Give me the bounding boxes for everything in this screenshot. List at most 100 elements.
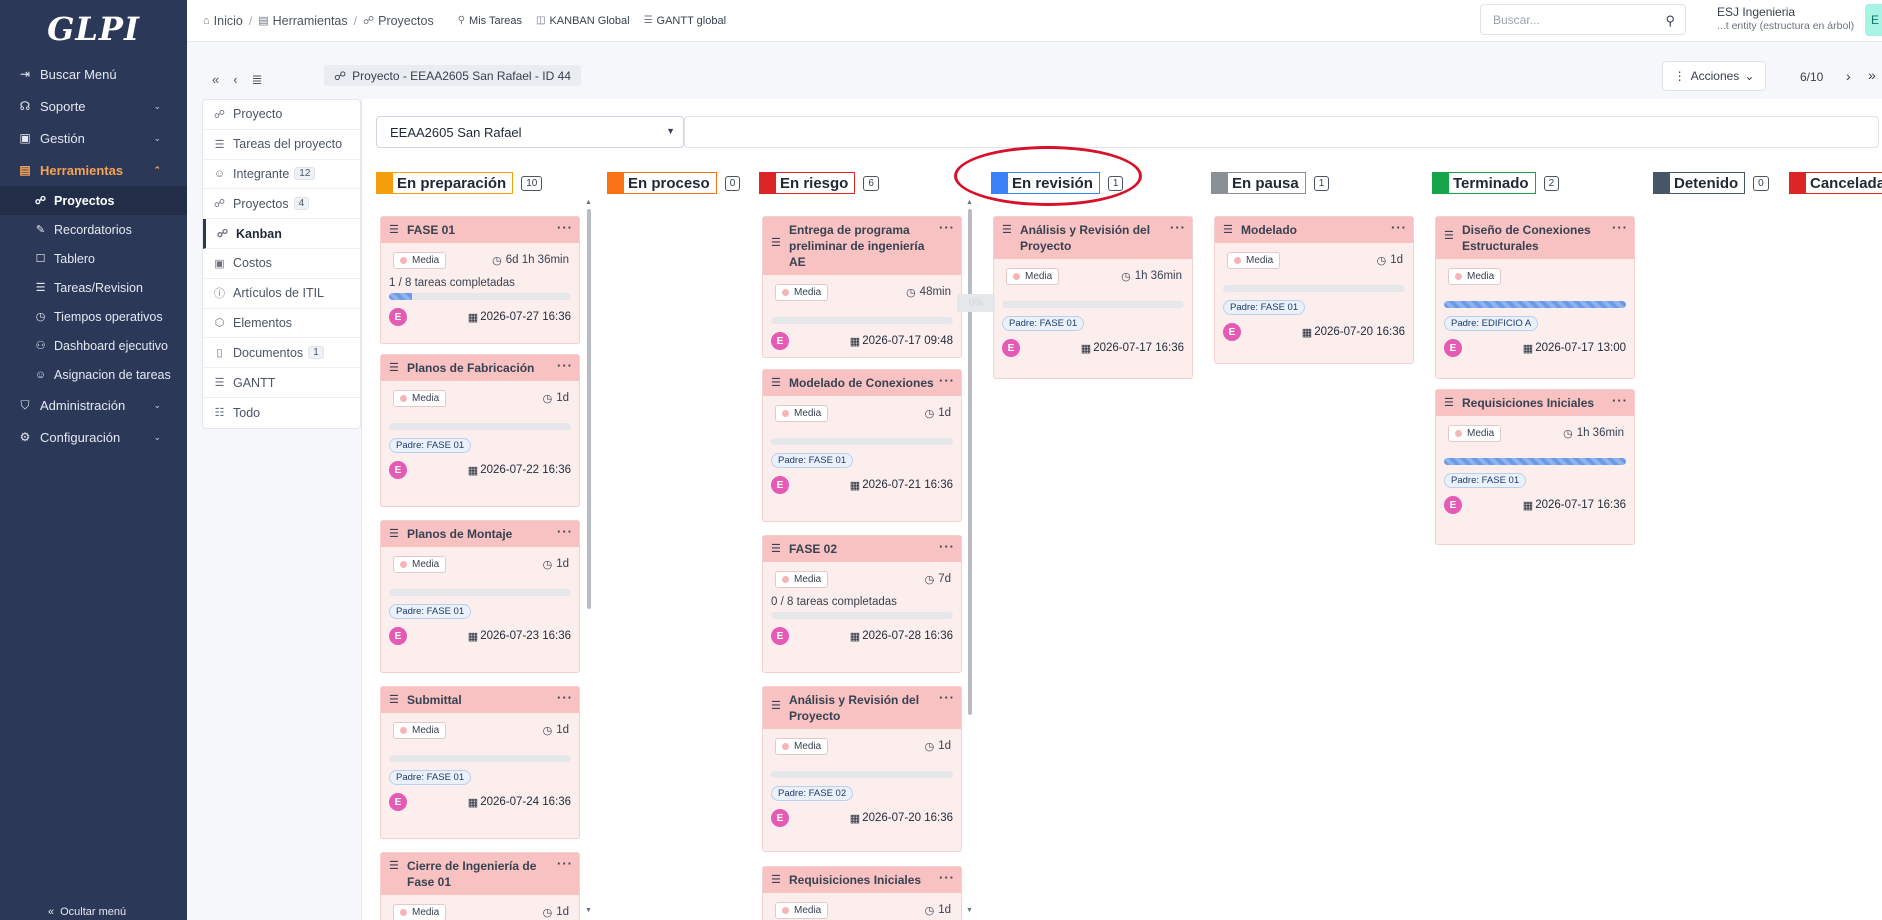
tab-documentos[interactable]: ▯ Documentos 1 (203, 338, 360, 369)
project-select[interactable]: EEAA2605 San Rafael ▼ (376, 116, 684, 148)
task-card[interactable]: ☰ Análisis y Revisión del Proyecto ··· Med… (762, 686, 962, 852)
column-header[interactable]: En pausa 1 (1211, 172, 1421, 194)
back-icon[interactable]: ‹ (233, 72, 237, 88)
last-item-icon[interactable]: » (1868, 67, 1876, 83)
nav-tiempos-operativos[interactable]: ◷ Tiempos operativos (0, 302, 187, 331)
column-scrollbar[interactable] (968, 209, 972, 715)
task-card[interactable]: ☰ Requisiciones Iniciales ··· Media ◷ 1d (762, 866, 962, 920)
parent-badge[interactable]: Padre: FASE 01 (389, 604, 472, 619)
avatar[interactable]: E (389, 793, 407, 811)
quick-link-mis-tareas[interactable]: ⚲ Mis Tareas (458, 15, 522, 27)
card-menu-icon[interactable]: ··· (939, 374, 955, 391)
avatar[interactable]: E (771, 627, 789, 645)
tab-elementos[interactable]: ⬡ Elementos (203, 309, 360, 339)
column-header[interactable]: Terminado 2 (1432, 172, 1642, 194)
card-menu-icon[interactable]: ··· (939, 691, 955, 724)
nav-gestion[interactable]: ▣ Gestión ⌄ (0, 122, 187, 154)
parent-badge[interactable]: Padre: FASE 01 (389, 438, 472, 453)
task-card[interactable]: ☰ Cierre de Ingeniería de Fase 01 ··· Medi… (380, 852, 580, 920)
task-card[interactable]: ☰ Entrega de programa preliminar de ingen… (762, 216, 962, 358)
column-header[interactable]: En preparación 10 (376, 172, 586, 194)
scroll-down-icon[interactable]: ▼ (585, 907, 592, 914)
breadcrumb-inicio[interactable]: ⌂ Inicio (203, 14, 243, 28)
scroll-down-icon[interactable]: ▼ (966, 907, 973, 914)
task-card[interactable]: ☰ Análisis y Revisión del Proyecto ··· Med… (993, 216, 1193, 379)
avatar[interactable]: E (771, 809, 789, 827)
task-card[interactable]: ☰ FASE 01 ··· Media ◷ 6d 1h 36min 1 / 8 tare… (380, 216, 580, 344)
card-menu-icon[interactable]: ··· (1612, 221, 1628, 254)
parent-badge[interactable]: Padre: FASE 01 (1444, 473, 1527, 488)
task-card[interactable]: ☰ Planos de Fabricación ··· Media ◷ 1d Padre… (380, 354, 580, 507)
tab-gantt[interactable]: ☰ GANTT (203, 368, 360, 398)
card-menu-icon[interactable]: ··· (1612, 394, 1628, 411)
card-menu-icon[interactable]: ··· (557, 857, 573, 890)
avatar[interactable]: E (771, 476, 789, 494)
parent-badge[interactable]: Padre: FASE 01 (1223, 300, 1306, 315)
nav-configuracion[interactable]: ⚙ Configuración ⌄ (0, 421, 187, 453)
quick-link-gantt-global[interactable]: ☰ GANTT global (644, 15, 726, 27)
tab-articulos-itil[interactable]: ⓘ Artículos de ITIL (203, 279, 360, 309)
kanban-filter-input[interactable] (684, 116, 1879, 148)
task-card[interactable]: ☰ Modelado ··· Media ◷ 1d Padre: FASE 01 E ▦ 2… (1214, 216, 1414, 364)
list-search-icon[interactable]: ≣ (252, 72, 263, 88)
tab-integrante[interactable]: ☺ Integrante 12 (203, 160, 360, 190)
avatar[interactable]: E (1444, 339, 1462, 357)
task-card[interactable]: ☰ FASE 02 ··· Media ◷ 7d 0 / 8 tareas comple… (762, 535, 962, 673)
parent-badge[interactable]: Padre: FASE 01 (771, 453, 854, 468)
avatar[interactable]: E (1444, 496, 1462, 514)
avatar[interactable]: E (389, 627, 407, 645)
card-menu-icon[interactable]: ··· (939, 221, 955, 270)
quick-link-kanban-global[interactable]: ◫ KANBAN Global (536, 15, 630, 27)
tab-proyectos[interactable]: ☍ Proyectos 4 (203, 189, 360, 220)
scroll-up-icon[interactable]: ▲ (966, 199, 973, 206)
task-card[interactable]: ☰ Submittal ··· Media ◷ 1d Padre: FASE 01 E ▦… (380, 686, 580, 839)
card-menu-icon[interactable]: ··· (557, 221, 573, 238)
column-header[interactable]: En riesgo 6 (759, 172, 969, 194)
nav-tablero[interactable]: ☐ Tablero (0, 244, 187, 273)
card-menu-icon[interactable]: ··· (557, 691, 573, 708)
actions-button[interactable]: ⋮ Acciones ⌄ (1662, 61, 1766, 91)
global-search-input[interactable]: Buscar... ⚲ (1480, 4, 1686, 35)
task-card[interactable]: ☰ Planos de Montaje ··· Media ◷ 1d Padre: FA… (380, 520, 580, 673)
card-menu-icon[interactable]: ··· (939, 540, 955, 557)
nav-herramientas[interactable]: ▤ Herramientas ⌃ (0, 154, 187, 186)
scroll-up-icon[interactable]: ▲ (585, 199, 592, 206)
nav-recordatorios[interactable]: ✎ Recordatorios (0, 215, 187, 244)
glpi-logo[interactable]: GLPI (0, 0, 187, 58)
column-header[interactable]: Cancelada (1789, 172, 1882, 194)
entity-selector[interactable]: ESJ Ingenieria ...t entity (estructura e… (1717, 5, 1854, 33)
card-menu-icon[interactable]: ··· (557, 359, 573, 376)
search-icon[interactable]: ⚲ (1665, 13, 1675, 29)
nav-administracion[interactable]: ⛉ Administración ⌄ (0, 389, 187, 421)
next-item-icon[interactable]: › (1846, 68, 1851, 84)
tab-kanban[interactable]: ☍ Kanban (203, 219, 360, 249)
tab-costos[interactable]: ▣ Costos (203, 249, 360, 279)
tab-tareas-del-proyecto[interactable]: ☰ Tareas del proyecto (203, 130, 360, 160)
task-card[interactable]: ☰ Requisiciones Iniciales ··· Media ◷ 1h 36m… (1435, 389, 1635, 545)
column-scrollbar[interactable] (587, 209, 591, 609)
breadcrumb-proyectos[interactable]: ☍ Proyectos (363, 14, 434, 28)
nav-buscar-menu[interactable]: ⇥ Buscar Menú (0, 58, 187, 90)
card-menu-icon[interactable]: ··· (557, 525, 573, 542)
parent-badge[interactable]: Padre: EDIFICIO A (1444, 316, 1539, 331)
card-menu-icon[interactable]: ··· (1391, 221, 1407, 238)
task-card[interactable]: ☰ Diseño de Conexiones Estructurales ··· M… (1435, 216, 1635, 379)
avatar[interactable]: E (771, 332, 789, 350)
hide-menu-button[interactable]: « Ocultar menú (48, 906, 126, 918)
user-avatar[interactable]: E (1865, 4, 1882, 36)
card-menu-icon[interactable]: ··· (1170, 221, 1186, 254)
tab-todo[interactable]: ☷ Todo (203, 398, 360, 428)
avatar[interactable]: E (389, 461, 407, 479)
breadcrumb-herramientas[interactable]: ▤ Herramientas (258, 14, 347, 28)
collapse-tabs-icon[interactable]: « (212, 72, 219, 88)
task-card[interactable]: ☰ Modelado de Conexiones ··· Media ◷ 1d Padr… (762, 369, 962, 522)
card-menu-icon[interactable]: ··· (939, 871, 955, 888)
avatar[interactable]: E (389, 308, 407, 326)
nav-asignacion-tareas[interactable]: ☺ Asignacion de tareas (0, 360, 187, 389)
parent-badge[interactable]: Padre: FASE 01 (389, 770, 472, 785)
parent-badge[interactable]: Padre: FASE 01 (1002, 316, 1085, 331)
tab-proyecto[interactable]: ☍ Proyecto (203, 100, 360, 130)
parent-badge[interactable]: Padre: FASE 02 (771, 786, 854, 801)
nav-proyectos[interactable]: ☍ Proyectos (0, 186, 187, 215)
nav-dashboard-ejecutivo[interactable]: ⚇ Dashboard ejecutivo (0, 331, 187, 360)
